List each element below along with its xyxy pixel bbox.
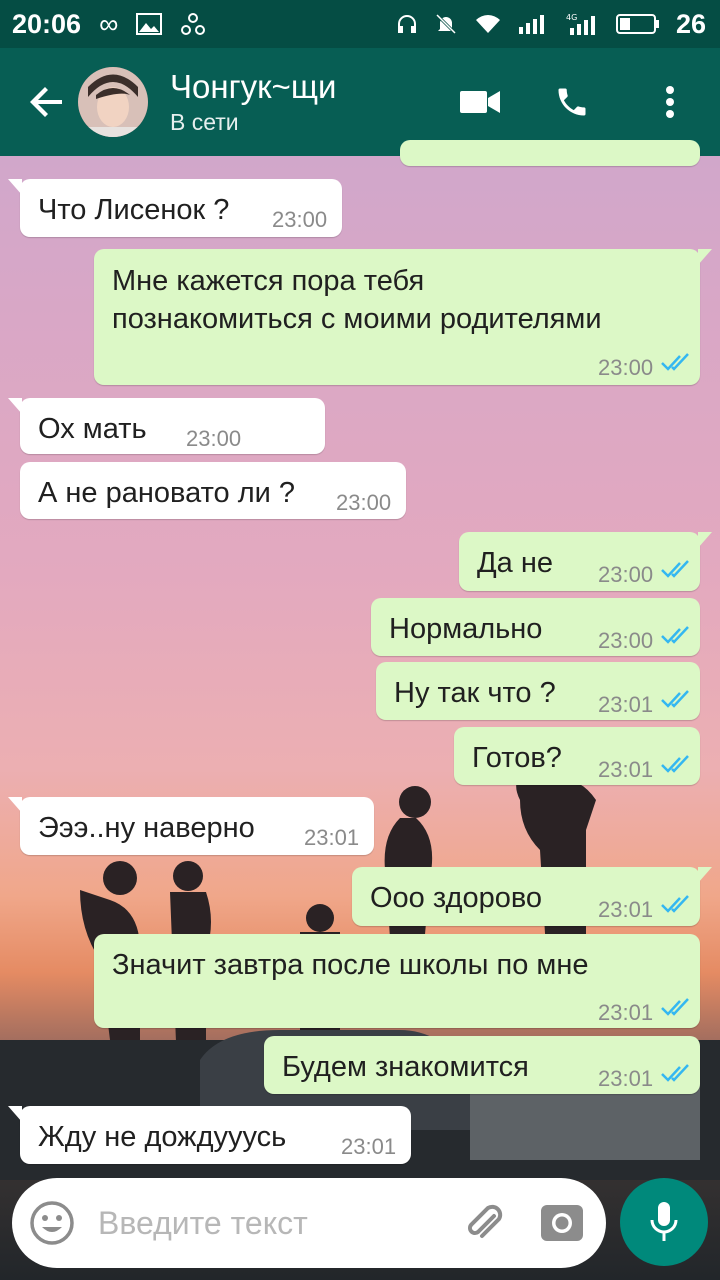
message-bubble-incoming[interactable]: Ох мать 23:00 xyxy=(8,398,325,454)
message-time: 23:00 xyxy=(186,426,242,451)
message-time: 23:01 xyxy=(598,692,654,717)
bubble-tail xyxy=(698,249,712,265)
bubble-tail xyxy=(8,398,22,414)
double-check-icon xyxy=(661,690,689,708)
voice-call-button[interactable] xyxy=(552,82,592,122)
headset-icon xyxy=(397,15,416,33)
message-text: Будем знакомится xyxy=(282,1051,529,1083)
message-time: 23:01 xyxy=(304,825,360,850)
message-bubble-outgoing[interactable]: Будем знакомится 23:01 xyxy=(264,1036,700,1094)
message-time: 23:01 xyxy=(598,1066,654,1091)
message-text: Эээ..ну наверно xyxy=(38,812,255,844)
mic-button[interactable] xyxy=(620,1178,708,1266)
message-bubble-outgoing[interactable]: Да не 23:00 xyxy=(459,532,712,591)
message-input[interactable]: Введите текст xyxy=(98,1205,308,1242)
double-check-icon xyxy=(661,353,689,371)
message-text: Готов? xyxy=(472,742,562,774)
video-call-icon xyxy=(460,91,500,113)
message-time: 23:00 xyxy=(336,490,392,515)
message-text: Да не xyxy=(477,547,553,579)
message-time: 23:01 xyxy=(341,1134,397,1159)
attach-icon[interactable] xyxy=(464,1202,506,1244)
emoji-icon[interactable] xyxy=(28,1199,76,1247)
share-icon xyxy=(181,13,206,35)
message-bubble-incoming[interactable]: Эээ..ну наверно 23:01 xyxy=(8,797,374,855)
message-time: 23:00 xyxy=(272,207,328,232)
bubble-tail xyxy=(698,532,712,548)
message-bubble-outgoing[interactable]: Ну так что ? 23:01 xyxy=(376,662,700,720)
gallery-icon xyxy=(136,13,163,35)
bubble-tail xyxy=(8,179,22,195)
message-time: 23:01 xyxy=(598,1000,654,1025)
camera-icon[interactable] xyxy=(540,1203,584,1243)
message-text: Ну так что ? xyxy=(394,677,556,709)
mic-icon xyxy=(650,1202,678,1241)
double-check-icon xyxy=(661,755,689,773)
wifi-icon xyxy=(475,15,500,33)
contact-status: В сети xyxy=(170,109,239,135)
signal-icon xyxy=(518,15,544,34)
message-text: Жду не дождууусь xyxy=(38,1121,287,1153)
message-text: А не рановато ли ? xyxy=(38,477,296,509)
bubble-tail xyxy=(8,797,22,813)
message-text: Мне кажется пора тебя познакомиться с мо… xyxy=(112,265,602,335)
double-check-icon xyxy=(661,1064,689,1082)
message-time: 23:01 xyxy=(598,897,654,922)
message-time: 23:00 xyxy=(598,628,654,653)
svg-text:4G: 4G xyxy=(566,13,577,22)
message-text: Что Лисенок ? xyxy=(38,194,230,226)
message-time: 23:01 xyxy=(598,757,654,782)
more-options-button[interactable] xyxy=(650,82,690,122)
avatar[interactable] xyxy=(78,67,148,137)
signal-4g-icon: 4G xyxy=(566,13,595,35)
message-text: Нормально xyxy=(389,613,543,645)
more-vert-icon xyxy=(666,86,674,118)
double-check-icon xyxy=(661,895,689,913)
message-bubble-outgoing[interactable]: Ооо здорово 23:01 xyxy=(352,867,712,926)
message-time: 23:00 xyxy=(598,355,654,380)
message-time: 23:00 xyxy=(598,562,654,587)
message-bubble-incoming[interactable]: Что Лисенок ? 23:00 xyxy=(8,179,342,237)
double-check-icon xyxy=(661,560,689,578)
message-bubble-outgoing[interactable]: Готов? 23:01 xyxy=(454,727,700,785)
back-arrow-icon[interactable] xyxy=(30,85,64,119)
message-bubble-incoming[interactable]: Жду не дождууусь 23:01 xyxy=(8,1106,411,1164)
message-bubble-outgoing[interactable]: Нормально 23:00 xyxy=(371,598,700,656)
message-bubble-outgoing[interactable]: Мне кажется пора тебя познакомиться с мо… xyxy=(94,249,712,385)
infinity-icon: ∞ xyxy=(99,8,119,39)
message-bubble-incoming[interactable]: А не рановато ли ? 23:00 xyxy=(20,462,406,519)
message-text: Ох мать xyxy=(38,413,147,445)
status-time: 20:06 xyxy=(12,8,82,39)
bubble-tail xyxy=(8,1106,22,1122)
message-composer[interactable]: Введите текст xyxy=(12,1178,606,1268)
double-check-icon xyxy=(661,626,689,644)
battery-level: 26 xyxy=(675,8,706,39)
message-text: Ооо здорово xyxy=(370,882,543,914)
phone-icon xyxy=(558,88,586,116)
video-call-button[interactable] xyxy=(460,82,500,122)
message-bubble-outgoing[interactable]: Значит завтра после школы по мне 23:01 xyxy=(94,934,700,1028)
bubble-tail xyxy=(698,867,712,883)
status-bar: 20:06 ∞ 4G 26 xyxy=(0,0,720,48)
double-check-icon xyxy=(661,998,689,1016)
muted-bell-icon xyxy=(435,13,457,35)
battery-icon xyxy=(615,14,659,34)
message-bubble-partial xyxy=(400,140,700,166)
message-text: Значит завтра после школы по мне xyxy=(112,949,589,981)
contact-name[interactable]: Чонгук~щи xyxy=(170,67,336,107)
